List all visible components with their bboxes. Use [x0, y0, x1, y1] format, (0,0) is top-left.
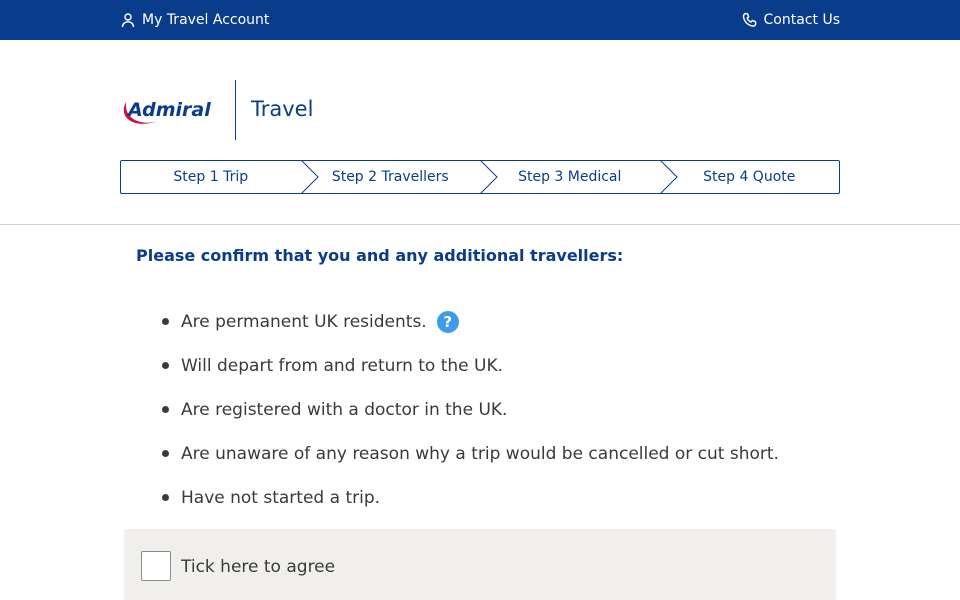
agree-label[interactable]: Tick here to agree — [181, 557, 335, 577]
step-chevron-icon — [300, 161, 319, 193]
step-medical[interactable]: Step 3 Medical — [480, 161, 678, 193]
list-item-text: Are permanent UK residents. — [181, 312, 427, 332]
list-item: Are permanent UK residents. ? — [160, 300, 779, 344]
bullet-dot — [162, 494, 169, 501]
list-item-text: Will depart from and return to the UK. — [181, 356, 504, 376]
list-item: Have not started a trip. — [160, 476, 779, 520]
list-item: Will depart from and return to the UK. — [160, 344, 779, 388]
admiral-logo[interactable]: Admiral — [120, 90, 220, 130]
step-chevron-icon — [659, 161, 678, 193]
progress-steps: Step 1 Trip Step 2 Travellers Step 3 Med… — [120, 160, 840, 194]
eligibility-list: Are permanent UK residents. ? Will depar… — [160, 300, 779, 520]
product-title: Travel — [251, 97, 314, 121]
contact-us-link[interactable]: Contact Us — [742, 0, 840, 40]
list-item: Are unaware of any reason why a trip wou… — [160, 432, 779, 476]
contact-us-label: Contact Us — [763, 12, 840, 28]
list-item-text: Have not started a trip. — [181, 488, 381, 508]
agree-panel: Tick here to agree — [124, 529, 836, 600]
list-item-text: Are registered with a doctor in the UK. — [181, 400, 508, 420]
user-icon — [121, 13, 135, 28]
logo-wordmark: Admiral — [126, 99, 211, 121]
step-quote[interactable]: Step 4 Quote — [660, 161, 840, 193]
agree-checkbox[interactable] — [141, 551, 171, 581]
help-question-icon[interactable]: ? — [436, 311, 459, 333]
step-chevron-icon — [480, 161, 498, 193]
step-trip[interactable]: Step 1 Trip — [121, 161, 319, 193]
bullet-dot — [162, 406, 169, 413]
bullet-dot — [162, 450, 169, 457]
step-label: Step 1 Trip — [173, 169, 249, 185]
admiral-logo-mark: Admiral — [123, 99, 211, 124]
list-item-text: Are unaware of any reason why a trip wou… — [181, 444, 779, 464]
top-bar: My Travel Account Contact Us — [0, 0, 960, 40]
step-label: Step 3 Medical — [518, 169, 622, 185]
step-label: Step 4 Quote — [703, 169, 796, 185]
confirm-heading: Please confirm that you and any addition… — [136, 246, 624, 265]
logo-divider — [235, 80, 236, 140]
step-travellers[interactable]: Step 2 Travellers — [301, 161, 498, 193]
my-travel-account-link[interactable]: My Travel Account — [120, 0, 269, 40]
list-item: Are registered with a doctor in the UK. — [160, 388, 779, 432]
site-header: Admiral Travel Step 1 Trip Step 2 Travel… — [0, 40, 960, 225]
bullet-dot — [162, 362, 169, 369]
step-label: Step 2 Travellers — [331, 169, 449, 185]
my-travel-account-label: My Travel Account — [142, 12, 270, 28]
bullet-dot — [162, 318, 169, 325]
phone-icon — [742, 12, 756, 27]
